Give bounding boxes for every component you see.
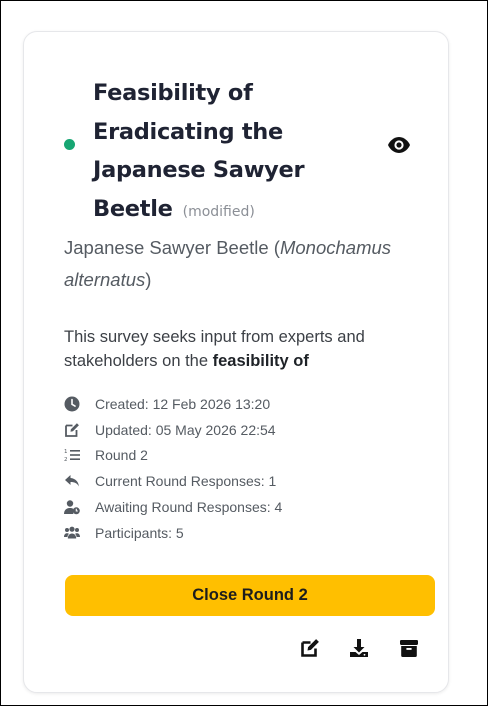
survey-meta-list: Created: 12 Feb 2026 13:20 Updated: 05 M… [64,391,282,546]
species-close-paren: ) [145,269,152,290]
clock-icon [64,396,80,412]
edit-square-icon [65,422,79,437]
view-eye-icon[interactable] [387,136,411,154]
meta-participants: Participants: 5 [64,520,282,546]
meta-awaiting-responses: Awaiting Round Responses: 4 [64,494,282,520]
svg-text:1: 1 [64,449,68,455]
meta-participants-text: Participants: 5 [95,524,184,541]
meta-updated: Updated: 05 May 2026 22:54 [64,417,282,443]
description-bold: feasibility of [212,352,309,370]
ordered-list-icon: 1 2 [64,449,80,463]
survey-title: Feasibility of Eradicating the Japanese … [93,74,353,231]
meta-current-responses: Current Round Responses: 1 [64,468,282,494]
meta-created-text: Created: 12 Feb 2026 13:20 [95,395,271,412]
user-clock-icon [64,500,80,515]
meta-round: 1 2 Round 2 [64,443,282,469]
meta-updated-text: Updated: 05 May 2026 22:54 [95,421,276,438]
reply-icon [65,475,79,487]
meta-round-text: Round 2 [95,447,148,464]
archive-icon[interactable] [399,638,419,658]
svg-text:2: 2 [64,457,68,463]
close-round-button[interactable]: Close Round 2 [65,575,435,616]
survey-species: Japanese Sawyer Beetle (Monochamus alter… [64,232,444,296]
users-icon [64,526,80,539]
survey-title-text: Feasibility of Eradicating the Japanese … [93,80,305,222]
edit-icon[interactable] [300,638,320,658]
species-common-name: Japanese Sawyer Beetle ( [64,237,280,258]
download-icon[interactable] [349,638,369,658]
survey-description: This survey seeks input from experts and… [64,325,424,373]
status-indicator [64,139,75,150]
meta-current-responses-text: Current Round Responses: 1 [95,473,277,490]
meta-created: Created: 12 Feb 2026 13:20 [64,391,282,417]
meta-awaiting-responses-text: Awaiting Round Responses: 4 [95,499,283,516]
modified-badge: (modified) [182,203,255,220]
